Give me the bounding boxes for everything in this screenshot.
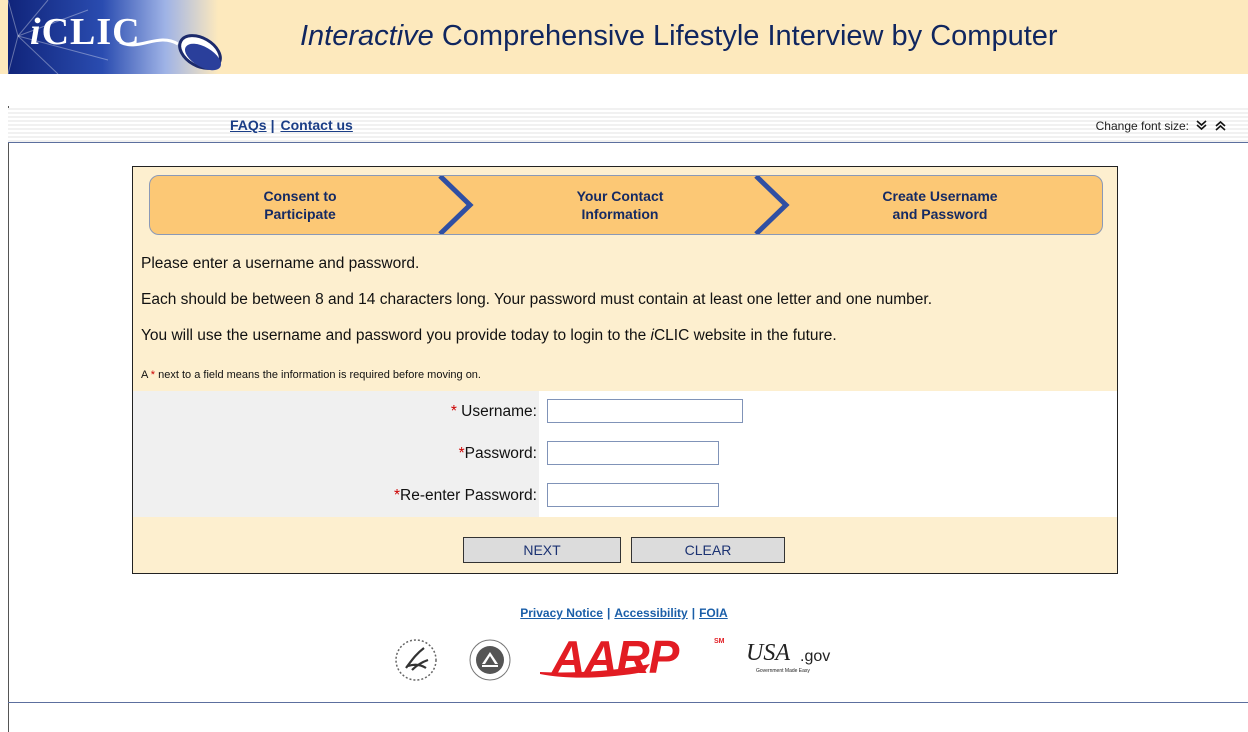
aarp-sm-mark: SM [714, 638, 725, 645]
password-input[interactable] [547, 441, 719, 465]
usagov-tagline: Government Made Easy [756, 668, 810, 674]
step-3-line-1: Create Username [882, 188, 998, 204]
usagov-logo[interactable]: USA .gov Government Made Easy [746, 640, 846, 680]
instruction-line-3: You will use the username and password y… [141, 327, 837, 345]
title-rest: Comprehensive Lifestyle Interview by Com… [433, 20, 1058, 52]
accessibility-link[interactable]: Accessibility [614, 606, 687, 620]
title-italic: Interactive [300, 20, 434, 52]
step-2-line-2: Information [581, 206, 659, 222]
password-label: *Password: [459, 445, 537, 463]
credentials-form: * Username: *Password: *Re-enter Passwor… [133, 391, 1117, 517]
instruction-line-2: Each should be between 8 and 14 characte… [141, 291, 933, 308]
progress-steps: Consent to Participate Your Contact Inform… [149, 175, 1103, 235]
faqs-link[interactable]: FAQs [230, 117, 267, 133]
footer-links: Privacy Notice | Accessibility | FOIA [0, 606, 1248, 620]
site-header: iCLIC Interactive Comprehensive Lifestyl… [0, 0, 1248, 108]
instruction-3-pre: You will use the username and password y… [141, 327, 651, 344]
hhs-seal-icon[interactable] [394, 638, 438, 682]
reenter-password-label-text: Re-enter Password: [400, 487, 537, 504]
aarp-logo[interactable]: AARP SM [540, 631, 730, 684]
registration-panel: Consent to Participate Your Contact Inform… [132, 166, 1118, 574]
increase-font-icon[interactable] [1215, 118, 1226, 133]
instruction-line-1: Please enter a username and password. [141, 255, 420, 272]
required-note: A * next to a field means the informatio… [141, 369, 481, 381]
reenter-password-input[interactable] [547, 483, 719, 507]
footer-rule [8, 702, 1248, 703]
form-buttons: NEXT CLEAR [133, 517, 1117, 573]
font-size-control: Change font size: [1096, 118, 1226, 133]
mouse-icon [119, 34, 222, 71]
step-3-line-2: and Password [892, 206, 988, 222]
reenter-password-row: *Re-enter Password: [133, 483, 1117, 509]
aarp-wordmark: AARP [552, 631, 679, 683]
username-row: * Username: [133, 399, 1117, 425]
decrease-font-icon[interactable] [1196, 118, 1211, 133]
usagov-main: USA [746, 640, 790, 666]
password-row: *Password: [133, 441, 1117, 467]
clear-button[interactable]: CLEAR [631, 537, 785, 563]
step-2-line-1: Your Contact [576, 188, 664, 204]
step-create-username: Create Username and Password [790, 176, 1090, 234]
step-consent: Consent to Participate [150, 176, 450, 234]
contact-us-link[interactable]: Contact us [281, 117, 353, 133]
footer-separator: | [606, 606, 611, 620]
iclic-logo[interactable]: iCLIC [8, 0, 222, 74]
usagov-suffix: .gov [800, 648, 831, 665]
password-label-text: Password: [464, 445, 537, 462]
note-pre: A [141, 369, 151, 381]
username-label-text: Username: [456, 403, 537, 420]
step-chevron-icon [754, 176, 790, 234]
site-title: Interactive Comprehensive Lifestyle Inte… [300, 20, 1058, 53]
step-contact-info: Your Contact Information [470, 176, 770, 234]
footer-separator: | [691, 606, 696, 620]
instruction-3-brand: CLIC [653, 327, 690, 344]
next-button[interactable]: NEXT [463, 537, 621, 563]
header-spacer [0, 74, 1248, 106]
privacy-notice-link[interactable]: Privacy Notice [520, 606, 603, 620]
foia-link[interactable]: FOIA [699, 606, 728, 620]
nih-seal-icon[interactable] [468, 638, 512, 682]
link-separator: | [270, 117, 275, 133]
utility-bar: FAQs | Contact us Change font size: [8, 108, 1248, 143]
step-1-line-2: Participate [264, 206, 336, 222]
logo-prefix: i [30, 11, 42, 53]
partner-logos: AARP SM USA .gov Government Made Easy [0, 630, 1248, 686]
font-size-label: Change font size: [1095, 119, 1190, 133]
username-label: * Username: [451, 403, 537, 421]
utility-links: FAQs | Contact us [230, 117, 353, 133]
username-input[interactable] [547, 399, 743, 423]
reenter-password-label: *Re-enter Password: [394, 487, 537, 505]
note-post: next to a field means the information is… [155, 369, 481, 381]
instruction-3-post: website in the future. [689, 327, 837, 344]
step-1-line-1: Consent to [263, 188, 337, 204]
